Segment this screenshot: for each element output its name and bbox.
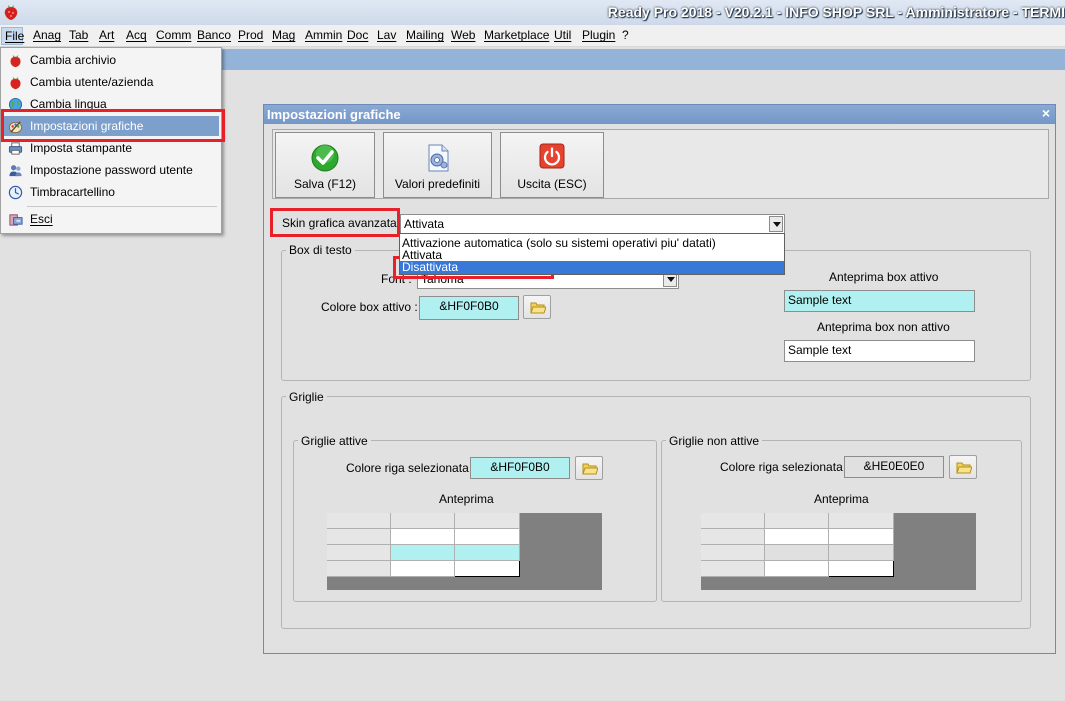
preview-active-label: Anteprima box attivo	[829, 270, 939, 284]
strawberry-icon	[10, 76, 21, 90]
menu-web[interactable]: Web	[449, 28, 477, 42]
menu-comm[interactable]: Comm	[154, 28, 193, 42]
menu-tab[interactable]: Tab	[67, 28, 90, 42]
menu-bar: File Anag Tab Art Acq Comm Banco Prod Ma…	[0, 25, 1065, 47]
app-logo-icon	[4, 5, 18, 20]
menu-item-label: Cambia utente/azienda	[30, 75, 154, 89]
dialog-toolbar: Salva (F12) Valori predefiniti Uscita (E…	[272, 129, 1049, 199]
exit-button-label: Uscita (ESC)	[517, 177, 587, 191]
text-box-group-title: Box di testo	[286, 243, 355, 257]
clock-icon	[8, 185, 23, 200]
settings-dialog: Impostazioni grafiche × Salva (F12) Valo…	[263, 104, 1056, 654]
menu-util[interactable]: Util	[552, 28, 573, 42]
active-row-color-field[interactable]: &HF0F0B0	[470, 457, 570, 479]
inactive-preview-label: Anteprima	[814, 492, 869, 506]
exit-icon	[9, 214, 23, 226]
menu-item-esci[interactable]: Esci	[3, 209, 219, 229]
menu-item-label: Esci	[30, 212, 53, 226]
skin-combo-value: Attivata	[404, 217, 445, 231]
skin-option-enabled[interactable]: Attivata	[402, 248, 442, 259]
inactive-preview-grid	[701, 513, 976, 590]
menu-lav[interactable]: Lav	[375, 28, 398, 42]
inactive-row-color-field[interactable]: &HE0E0E0	[844, 456, 944, 478]
menu-item-timbracartellino[interactable]: Timbracartellino	[3, 182, 219, 202]
skin-dropdown-list: Attivazione automatica (solo su sistemi …	[399, 233, 785, 275]
dialog-titlebar: Impostazioni grafiche ×	[264, 105, 1055, 124]
settings-document-icon	[428, 144, 448, 172]
menu-plugin[interactable]: Plugin	[580, 28, 617, 42]
inactive-row-color-label: Colore riga selezionata :	[720, 460, 850, 474]
active-color-picker-button[interactable]	[523, 295, 551, 319]
menu-item-label: Cambia archivio	[30, 53, 117, 67]
menu-ammin[interactable]: Ammin	[303, 28, 344, 42]
menu-doc[interactable]: Doc	[345, 28, 370, 42]
dialog-title: Impostazioni grafiche	[267, 107, 401, 122]
active-color-label: Colore box attivo :	[321, 300, 418, 314]
menu-file[interactable]: File	[1, 27, 24, 45]
menu-prod[interactable]: Prod	[236, 28, 265, 42]
menu-mailing[interactable]: Mailing	[404, 28, 446, 42]
preview-inactive-box: Sample text	[784, 340, 975, 362]
strawberry-icon	[10, 54, 21, 68]
window-title: Ready Pro 2018 - V20.2.1 - INFO SHOP SRL…	[607, 4, 1065, 20]
menu-anag[interactable]: Anag	[31, 28, 63, 42]
chevron-down-icon[interactable]	[769, 216, 783, 232]
highlight-impostazioni-grafiche	[1, 109, 225, 142]
defaults-button-label: Valori predefiniti	[394, 177, 481, 191]
defaults-button[interactable]: Valori predefiniti	[383, 132, 492, 198]
close-icon[interactable]: ×	[1042, 105, 1050, 121]
exit-button[interactable]: Uscita (ESC)	[500, 132, 604, 198]
active-grids-title: Griglie attive	[298, 434, 371, 448]
title-bar: Ready Pro 2018 - V20.2.1 - INFO SHOP SRL…	[0, 0, 1065, 25]
menu-item-password-utente[interactable]: Impostazione password utente	[3, 160, 219, 180]
printer-icon	[8, 142, 23, 155]
inactive-row-color-picker-button[interactable]	[949, 455, 977, 479]
menu-banco[interactable]: Banco	[195, 28, 233, 42]
inactive-grids-title: Griglie non attive	[666, 434, 763, 448]
active-row-color-picker-button[interactable]	[575, 456, 603, 480]
save-button[interactable]: Salva (F12)	[275, 132, 375, 198]
menu-help[interactable]: ?	[620, 28, 631, 42]
skin-combo[interactable]: Attivata	[400, 214, 785, 234]
menu-item-label: Imposta stampante	[30, 141, 133, 155]
menu-item-label: Timbracartellino	[30, 185, 115, 199]
skin-option-disabled[interactable]: Disattivata	[400, 261, 784, 274]
folder-icon	[530, 302, 546, 314]
active-preview-label: Anteprima	[439, 492, 494, 506]
menu-marketplace[interactable]: Marketplace	[482, 28, 551, 42]
menu-item-cambia-utente[interactable]: Cambia utente/azienda	[3, 72, 219, 92]
menu-separator	[27, 206, 217, 207]
active-preview-grid	[327, 513, 602, 590]
menu-item-cambia-archivio[interactable]: Cambia archivio	[3, 50, 219, 70]
power-icon	[539, 143, 565, 169]
active-row-color-label: Colore riga selezionata :	[346, 461, 476, 475]
menu-item-label: Impostazione password utente	[30, 163, 193, 177]
checkmark-icon	[311, 144, 339, 172]
skin-option-auto[interactable]: Attivazione automatica (solo su sistemi …	[402, 236, 716, 250]
active-color-field[interactable]: &HF0F0B0	[419, 296, 519, 320]
preview-inactive-label: Anteprima box non attivo	[817, 320, 950, 334]
highlight-skin-label	[270, 208, 400, 237]
preview-active-box: Sample text	[784, 290, 975, 312]
folder-icon	[956, 462, 972, 474]
menu-mag[interactable]: Mag	[270, 28, 297, 42]
folder-icon	[582, 463, 598, 475]
menu-art[interactable]: Art	[97, 28, 116, 42]
grids-group-title: Griglie	[286, 390, 327, 404]
menu-acq[interactable]: Acq	[124, 28, 149, 42]
users-icon	[9, 165, 22, 177]
save-button-label: Salva (F12)	[293, 177, 357, 191]
